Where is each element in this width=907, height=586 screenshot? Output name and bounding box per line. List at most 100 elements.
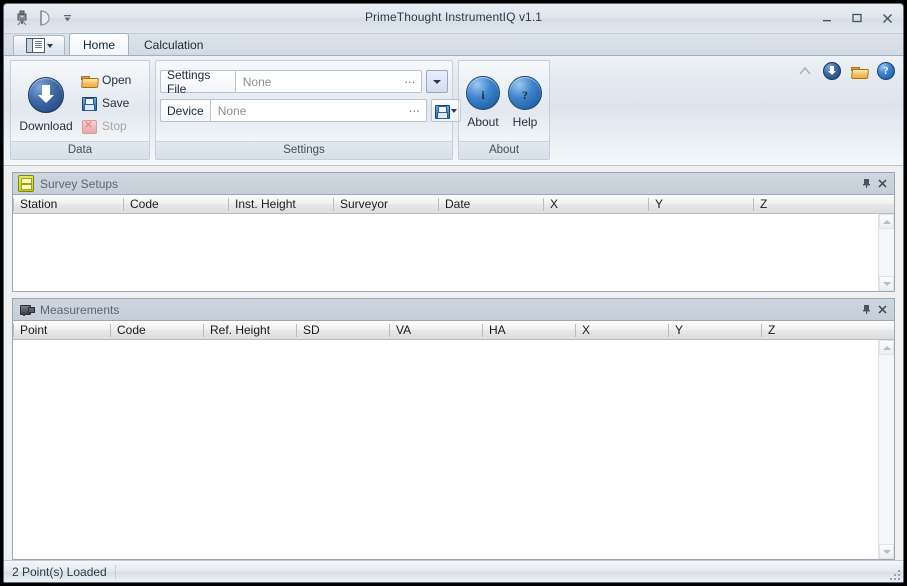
collapse-ribbon-icon[interactable] bbox=[796, 62, 814, 80]
measurements-scrollbar[interactable] bbox=[878, 340, 894, 559]
app-menu-icon bbox=[26, 38, 45, 53]
close-icon[interactable] bbox=[874, 302, 890, 318]
measurements-column-headers: Point Code Ref. Height SD VA HA X Y Z bbox=[13, 321, 894, 340]
pin-icon[interactable] bbox=[858, 176, 874, 192]
open-button[interactable]: Open bbox=[77, 70, 135, 90]
scroll-up-button[interactable] bbox=[879, 214, 894, 229]
column-header-y[interactable]: Y bbox=[668, 321, 761, 340]
app-menu-button[interactable] bbox=[13, 35, 65, 55]
device-row: Device None ⋯ bbox=[160, 98, 461, 123]
status-text: 2 Point(s) Loaded bbox=[12, 565, 116, 579]
column-header-code[interactable]: Code bbox=[123, 195, 228, 214]
column-header-point[interactable]: Point bbox=[13, 321, 110, 340]
column-header-surveyor[interactable]: Surveyor bbox=[333, 195, 438, 214]
settings-file-value: None bbox=[243, 75, 272, 89]
help-button[interactable]: ? Help bbox=[505, 65, 545, 137]
panel-survey-setups-header: Survey Setups bbox=[13, 173, 894, 195]
device-value: None bbox=[218, 104, 247, 118]
column-header-x[interactable]: X bbox=[575, 321, 668, 340]
column-header-ref-height[interactable]: Ref. Height bbox=[203, 321, 296, 340]
status-bar: 2 Point(s) Loaded bbox=[4, 560, 903, 582]
survey-setup-icon bbox=[18, 175, 34, 192]
ribbon-tab-strip: Home Calculation bbox=[4, 34, 903, 56]
floppy-disk-icon bbox=[81, 95, 97, 111]
panel-survey-setups-title: Survey Setups bbox=[40, 177, 118, 191]
column-header-z[interactable]: Z bbox=[753, 195, 894, 214]
ribbon-tools[interactable]: ? bbox=[796, 62, 895, 80]
window-controls[interactable] bbox=[817, 7, 897, 29]
about-button[interactable]: i About bbox=[463, 65, 503, 137]
resize-grip[interactable] bbox=[887, 567, 900, 580]
download-button[interactable]: Download bbox=[15, 65, 77, 137]
window-title: PrimeThought InstrumentIQ v1.1 bbox=[4, 10, 903, 24]
chevron-down-icon bbox=[433, 80, 441, 84]
ribbon-group-about-title: About bbox=[459, 141, 549, 159]
column-header-va[interactable]: VA bbox=[389, 321, 482, 340]
open-folder-icon[interactable] bbox=[850, 62, 868, 80]
ribbon-group-settings: Settings File None ⋯ Device None ⋯ bbox=[155, 60, 453, 160]
survey-setups-column-headers: Station Code Inst. Height Surveyor Date … bbox=[13, 195, 894, 214]
scroll-down-button[interactable] bbox=[879, 544, 894, 559]
ribbon-group-data-title: Data bbox=[11, 141, 149, 159]
help-icon[interactable]: ? bbox=[877, 62, 895, 80]
download-button-label: Download bbox=[19, 119, 72, 133]
settings-file-browse-icon[interactable]: ⋯ bbox=[404, 75, 416, 88]
settings-file-dropdown-button[interactable] bbox=[426, 70, 448, 93]
device-input[interactable]: None ⋯ bbox=[210, 99, 427, 122]
survey-setups-rows bbox=[13, 214, 878, 291]
column-header-date[interactable]: Date bbox=[438, 195, 543, 214]
title-bar: PrimeThought InstrumentIQ v1.1 bbox=[4, 4, 903, 34]
folder-open-icon bbox=[81, 72, 97, 88]
tab-calculation-label: Calculation bbox=[144, 38, 203, 52]
info-circle-icon: i bbox=[466, 76, 500, 110]
survey-setups-scrollbar[interactable] bbox=[878, 214, 894, 291]
download-circle-icon bbox=[28, 77, 64, 113]
about-button-label: About bbox=[467, 115, 498, 129]
floppy-disk-icon bbox=[434, 103, 450, 119]
settings-file-row: Settings File None ⋯ bbox=[160, 69, 448, 94]
close-button[interactable] bbox=[877, 8, 897, 28]
settings-file-input[interactable]: None ⋯ bbox=[235, 70, 423, 93]
application-window: PrimeThought InstrumentIQ v1.1 Home bbox=[3, 3, 904, 583]
client-area: Survey Setups Station bbox=[4, 166, 903, 560]
help-circle-icon: ? bbox=[508, 76, 542, 110]
download-icon[interactable] bbox=[823, 62, 841, 80]
device-save-split-button[interactable] bbox=[431, 99, 461, 122]
column-header-sd[interactable]: SD bbox=[296, 321, 389, 340]
total-station-icon bbox=[18, 303, 34, 316]
column-header-x[interactable]: X bbox=[543, 195, 648, 214]
scroll-down-button[interactable] bbox=[879, 276, 894, 291]
help-button-label: Help bbox=[513, 115, 538, 129]
info-glyph: i bbox=[481, 88, 484, 103]
measurements-grid-body[interactable] bbox=[13, 340, 894, 559]
measurements-rows bbox=[13, 340, 878, 559]
stop-x-icon bbox=[81, 118, 97, 134]
save-button[interactable]: Save bbox=[77, 93, 135, 113]
stop-button-label: Stop bbox=[102, 119, 127, 133]
ribbon-group-settings-title: Settings bbox=[156, 141, 452, 159]
chevron-down-icon bbox=[451, 109, 457, 113]
survey-setups-grid-body[interactable] bbox=[13, 214, 894, 291]
open-button-label: Open bbox=[102, 73, 131, 87]
column-header-code[interactable]: Code bbox=[110, 321, 203, 340]
tab-home[interactable]: Home bbox=[69, 33, 129, 55]
column-header-ha[interactable]: HA bbox=[482, 321, 575, 340]
panel-survey-setups: Survey Setups Station bbox=[12, 172, 895, 292]
help-glyph: ? bbox=[522, 88, 528, 103]
ribbon: Download Open Save Stop bbox=[4, 56, 903, 166]
save-button-label: Save bbox=[102, 96, 129, 110]
tab-home-label: Home bbox=[83, 38, 115, 52]
pin-icon[interactable] bbox=[858, 302, 874, 318]
close-icon[interactable] bbox=[874, 176, 890, 192]
maximize-button[interactable] bbox=[847, 8, 867, 28]
device-browse-icon[interactable]: ⋯ bbox=[409, 104, 421, 117]
column-header-inst-height[interactable]: Inst. Height bbox=[228, 195, 333, 214]
column-header-station[interactable]: Station bbox=[13, 195, 123, 214]
device-label: Device bbox=[160, 99, 210, 122]
column-header-z[interactable]: Z bbox=[761, 321, 894, 340]
scroll-up-button[interactable] bbox=[879, 340, 894, 355]
stop-button: Stop bbox=[77, 116, 135, 136]
tab-calculation[interactable]: Calculation bbox=[130, 34, 217, 55]
column-header-y[interactable]: Y bbox=[648, 195, 753, 214]
minimize-button[interactable] bbox=[817, 8, 837, 28]
